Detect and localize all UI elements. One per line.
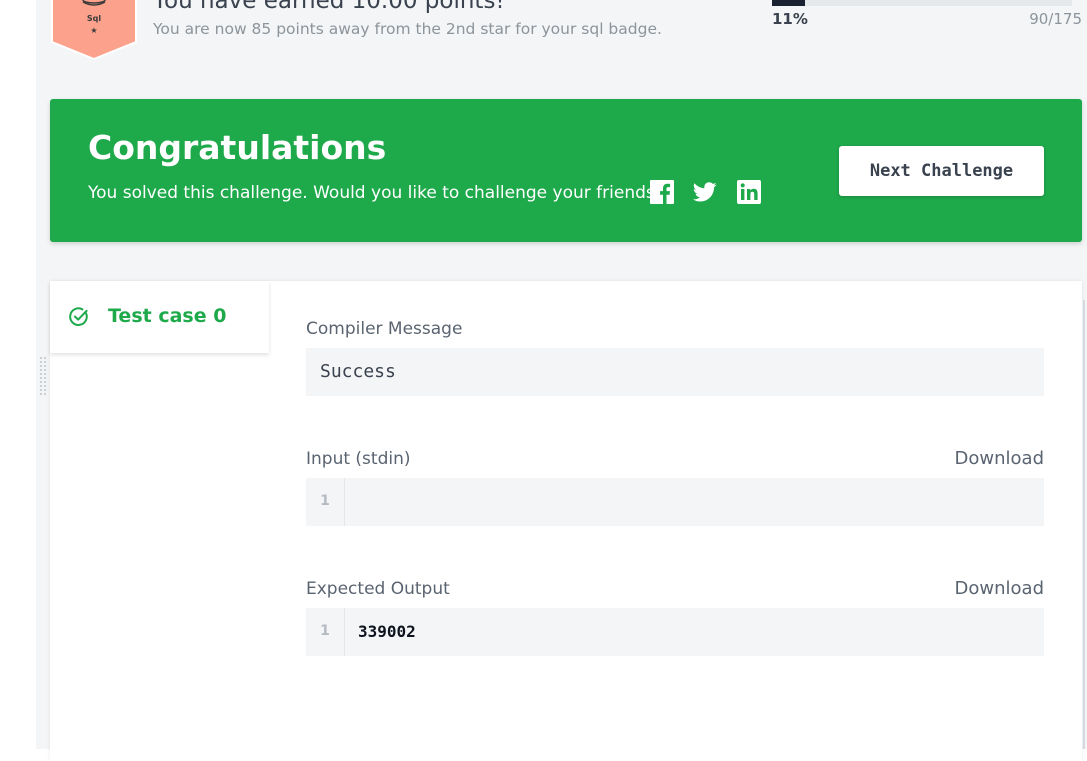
- twitter-icon[interactable]: [693, 180, 717, 204]
- sql-badge: Sql ★: [50, 0, 138, 60]
- line-number-gutter: 1: [306, 608, 345, 656]
- badge-star-icon: ★: [90, 26, 98, 35]
- input-label: Input (stdin): [306, 449, 411, 469]
- linkedin-icon[interactable]: [737, 180, 761, 204]
- drag-handle[interactable]: [39, 356, 47, 396]
- progress-count: 90/175: [1029, 10, 1082, 28]
- badge-progress-fill: [772, 0, 805, 6]
- banner-subtitle: You solved this challenge. Would you lik…: [88, 183, 664, 203]
- line-number: 1: [320, 623, 330, 639]
- compiler-message-box: Success: [306, 348, 1044, 396]
- points-away-text: You are now 85 points away from the 2nd …: [153, 20, 662, 38]
- badge-progress-track: [772, 0, 1072, 6]
- progress-percent: 11%: [772, 10, 808, 28]
- left-gutter: [0, 0, 36, 749]
- input-box: 1: [306, 478, 1044, 526]
- input-download-link[interactable]: Download: [955, 448, 1044, 469]
- banner-title: Congratulations: [88, 128, 387, 167]
- expected-output-box: 1 339002: [306, 608, 1044, 656]
- line-number-gutter: 1: [306, 478, 345, 526]
- line-number: 1: [320, 493, 330, 509]
- points-earned-heading: You have earned 10.00 points!: [153, 0, 505, 14]
- tab-test-case-0[interactable]: Test case 0: [50, 281, 269, 353]
- compiler-message-label: Compiler Message: [306, 319, 463, 339]
- facebook-icon[interactable]: [650, 180, 674, 204]
- congratulations-banner: Congratulations You solved this challeng…: [50, 99, 1082, 242]
- test-results-panel: Test case 0 Compiler Message Success Inp…: [50, 281, 1082, 761]
- check-circle-icon: [69, 307, 88, 326]
- scrollbar[interactable]: [1083, 300, 1085, 749]
- expected-output-label: Expected Output: [306, 579, 450, 599]
- compiler-message-text: Success: [320, 361, 396, 382]
- badge-name: Sql: [86, 14, 102, 23]
- test-case-label: Test case 0: [108, 305, 227, 327]
- expected-output-line: 339002: [358, 622, 416, 641]
- expected-output-download-link[interactable]: Download: [955, 578, 1044, 599]
- next-challenge-button[interactable]: Next Challenge: [839, 146, 1044, 196]
